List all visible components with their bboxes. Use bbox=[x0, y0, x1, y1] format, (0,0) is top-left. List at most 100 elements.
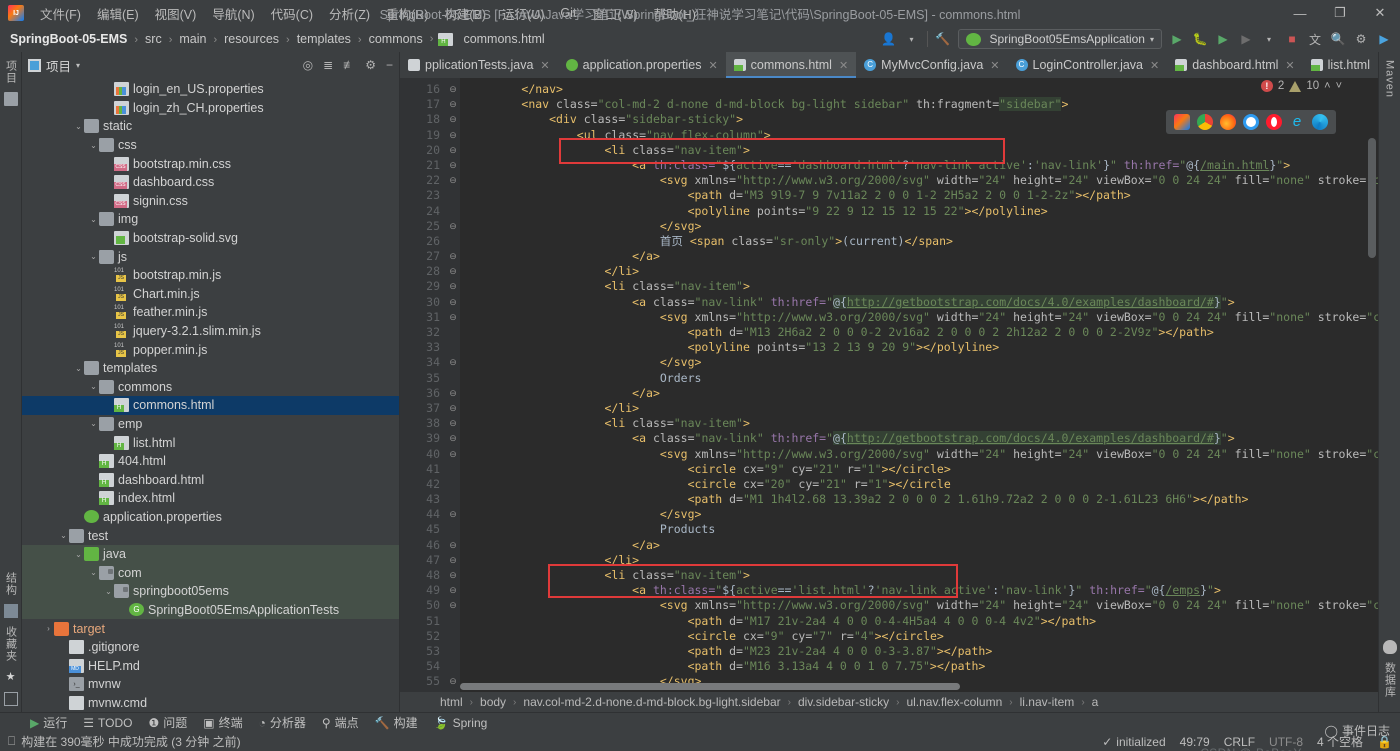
code-line[interactable]: <svg xmlns="http://www.w3.org/2000/svg" … bbox=[460, 598, 1378, 613]
editor-vertical-scrollbar[interactable] bbox=[1366, 78, 1378, 692]
run-icon[interactable]: ▶ bbox=[1169, 31, 1185, 47]
tree-item[interactable]: commons.html bbox=[22, 396, 399, 415]
code-line[interactable]: </a> bbox=[460, 386, 1378, 401]
menu-item-1[interactable]: 编辑(E) bbox=[89, 1, 147, 26]
ie-icon[interactable]: e bbox=[1289, 114, 1305, 130]
fold-toggle-icon[interactable]: ⊖ bbox=[446, 279, 460, 294]
fold-toggle-icon[interactable]: ⊖ bbox=[446, 598, 460, 613]
fold-toggle-icon[interactable]: ⊖ bbox=[446, 97, 460, 112]
chevron-down-icon[interactable]: ⌄ bbox=[88, 141, 99, 150]
menu-item-11[interactable]: 帮助(H) bbox=[646, 1, 704, 26]
inspection-widget[interactable]: ! 2 10 ˄ ˅ bbox=[1260, 80, 1342, 92]
code-line[interactable]: <svg xmlns="http://www.w3.org/2000/svg" … bbox=[460, 447, 1378, 462]
fold-toggle-icon[interactable]: ⊖ bbox=[446, 128, 460, 143]
breadcrumb-part-main[interactable]: main bbox=[177, 32, 208, 46]
chevron-down-icon[interactable]: ▾ bbox=[1261, 31, 1277, 47]
tree-item[interactable]: mvnw.cmd bbox=[22, 694, 399, 712]
breadcrumb-path[interactable]: › src › main › resources › templates › commons bbox=[129, 32, 424, 46]
editor-tab-dashboard-html[interactable]: dashboard.html ✕ bbox=[1167, 52, 1302, 78]
sidebar-tool-database[interactable]: 数据库 bbox=[1382, 658, 1398, 702]
code-line[interactable]: <path d="M1 1h4l2.68 13.39a2 2 0 0 0 2 1… bbox=[460, 492, 1378, 507]
tree-item[interactable]: ⌄ commons bbox=[22, 378, 399, 397]
bottom-tool-TODO[interactable]: ☰ TODO bbox=[83, 716, 132, 730]
sidebar-tool-maven[interactable]: Maven bbox=[1384, 56, 1396, 102]
fold-toggle-icon[interactable]: ⊖ bbox=[446, 158, 460, 173]
tree-item[interactable]: feather.min.js bbox=[22, 303, 399, 322]
fold-toggle-icon[interactable]: ⊖ bbox=[446, 264, 460, 279]
fold-toggle-icon[interactable]: ⊖ bbox=[446, 82, 460, 97]
hide-icon[interactable]: − bbox=[386, 58, 393, 72]
menu-bar[interactable]: 文件(F) 编辑(E) 视图(V) 导航(N) 代码(C) 分析(Z) 重构(R) 构建(B)… bbox=[32, 1, 704, 26]
breadcrumb-part-templates[interactable]: templates bbox=[295, 32, 353, 46]
tree-item[interactable]: popper.min.js bbox=[22, 340, 399, 359]
chevron-right-icon[interactable]: › bbox=[43, 624, 54, 633]
tree-item[interactable]: bootstrap-solid.svg bbox=[22, 229, 399, 248]
code-line[interactable]: <li class="nav-item"> bbox=[460, 279, 1378, 294]
menu-item-4[interactable]: 代码(C) bbox=[263, 1, 321, 26]
minimize-button[interactable]: — bbox=[1280, 0, 1320, 26]
tree-item[interactable]: list.html bbox=[22, 433, 399, 452]
profile-icon[interactable]: ▶ bbox=[1238, 31, 1254, 47]
code-line[interactable]: <path d="M23 21v-2a4 4 0 0 0-3-3.87"></p… bbox=[460, 644, 1378, 659]
close-icon[interactable]: ✕ bbox=[1150, 59, 1159, 72]
tree-item[interactable]: .gitignore bbox=[22, 638, 399, 657]
code-line[interactable]: <path d="M3 9l9-7 9 7v11a2 2 0 0 1-2 2H5… bbox=[460, 188, 1378, 203]
intellij-icon[interactable] bbox=[1174, 114, 1190, 130]
code-line[interactable]: <path d="M17 21v-2a4 4 0 0 0-4-4H5a4 4 0… bbox=[460, 614, 1378, 629]
close-icon[interactable]: ✕ bbox=[708, 59, 717, 72]
bottom-tool-分析器[interactable]: ◔ 分析器 bbox=[259, 714, 306, 731]
code-line[interactable]: 首页 <span class="sr-only">(current)</span… bbox=[460, 234, 1378, 249]
code-line[interactable]: <path d="M13 2H6a2 2 0 0 0-2 2v16a2 2 0 … bbox=[460, 325, 1378, 340]
code-line[interactable]: </a> bbox=[460, 538, 1378, 553]
chevron-down-icon[interactable]: ⌄ bbox=[88, 419, 99, 428]
fold-toggle-icon[interactable]: ⊖ bbox=[446, 249, 460, 264]
close-icon[interactable]: ✕ bbox=[1377, 59, 1378, 72]
fold-toggle-icon[interactable]: ⊖ bbox=[446, 674, 460, 689]
tree-item[interactable]: Chart.min.js bbox=[22, 285, 399, 304]
menu-item-0[interactable]: 文件(F) bbox=[32, 1, 89, 26]
tree-item[interactable]: ⌄ templates bbox=[22, 359, 399, 378]
menu-item-10[interactable]: 窗口(W) bbox=[584, 1, 645, 26]
close-button[interactable]: ✕ bbox=[1360, 0, 1400, 26]
browser-launch-popup[interactable]: e bbox=[1166, 110, 1336, 134]
code-text[interactable]: </nav> <nav class="col-md-2 d-none d-md-… bbox=[460, 78, 1378, 692]
sidebar-tool-favorites[interactable]: 收藏夹 bbox=[3, 622, 19, 666]
fold-toggle-icon[interactable]: ⊖ bbox=[446, 386, 460, 401]
code-line[interactable]: <li class="nav-item"> bbox=[460, 568, 1378, 583]
gear-icon[interactable]: ⚙ bbox=[365, 58, 376, 72]
menu-item-9[interactable]: Git bbox=[552, 3, 584, 23]
code-line[interactable]: Orders bbox=[460, 371, 1378, 386]
user-icon[interactable]: 👤 bbox=[881, 31, 897, 47]
code-line[interactable]: <a class="nav-link" th:href="@{http://ge… bbox=[460, 294, 1378, 310]
fold-toggle-icon[interactable]: ⊖ bbox=[446, 310, 460, 325]
safari-icon[interactable] bbox=[1243, 114, 1259, 130]
bottom-tool-Spring[interactable]: 🍃 Spring bbox=[434, 716, 488, 730]
editor-tab-application-properties[interactable]: application.properties ✕ bbox=[558, 52, 726, 78]
menu-item-7[interactable]: 构建(B) bbox=[436, 1, 494, 26]
code-line[interactable]: <circle cx="9" cy="21" r="1"></circle> bbox=[460, 462, 1378, 477]
code-line[interactable]: <svg xmlns="http://www.w3.org/2000/svg" … bbox=[460, 310, 1378, 325]
code-line[interactable]: <a th:class="${active=='dashboard.html'?… bbox=[460, 158, 1378, 173]
bottom-tool-window-bar[interactable]: ▶ 运行 ☰ TODO ❶ 问题 ▣ 终端 ◔ 分析器 ⚲ 端点 🔨 构建 🍃 Spring bbox=[0, 712, 1400, 732]
code-line[interactable]: </svg> bbox=[460, 355, 1378, 370]
fold-toggle-icon[interactable]: ⊖ bbox=[446, 401, 460, 416]
code-line[interactable]: </li> bbox=[460, 401, 1378, 416]
chevron-down-icon[interactable]: ▾ bbox=[904, 31, 920, 47]
editor-breadcrumb-item[interactable]: body bbox=[480, 695, 506, 709]
code-editor[interactable]: 16 17 18 19 20 21 22 23 24 25 26 27 28 29 30 31 32 33 34 35… bbox=[400, 78, 1378, 692]
run-configuration-selector[interactable]: SpringBoot05EmsApplication ▾ bbox=[957, 29, 1162, 49]
event-log-button[interactable]: ◯ 事件日志 bbox=[1325, 722, 1390, 739]
fold-toggle-icon[interactable]: ⊖ bbox=[446, 507, 460, 522]
bottom-tool-问题[interactable]: ❶ 问题 bbox=[148, 714, 187, 731]
edge-icon[interactable] bbox=[1312, 114, 1328, 130]
code-line[interactable]: <li class="nav-item"> bbox=[460, 416, 1378, 431]
maximize-button[interactable]: ❐ bbox=[1320, 0, 1360, 26]
code-line[interactable]: <path d="M16 3.13a4 4 0 0 1 0 7.75"></pa… bbox=[460, 659, 1378, 674]
code-line[interactable]: <circle cx="9" cy="7" r="4"></circle> bbox=[460, 629, 1378, 644]
tree-item[interactable]: application.properties bbox=[22, 508, 399, 527]
opera-icon[interactable] bbox=[1266, 114, 1282, 130]
code-line[interactable]: </svg> bbox=[460, 219, 1378, 234]
menu-item-2[interactable]: 视图(V) bbox=[147, 1, 205, 26]
tree-item[interactable]: ⌄ test bbox=[22, 526, 399, 545]
fold-toggle-icon[interactable]: ⊖ bbox=[446, 355, 460, 370]
